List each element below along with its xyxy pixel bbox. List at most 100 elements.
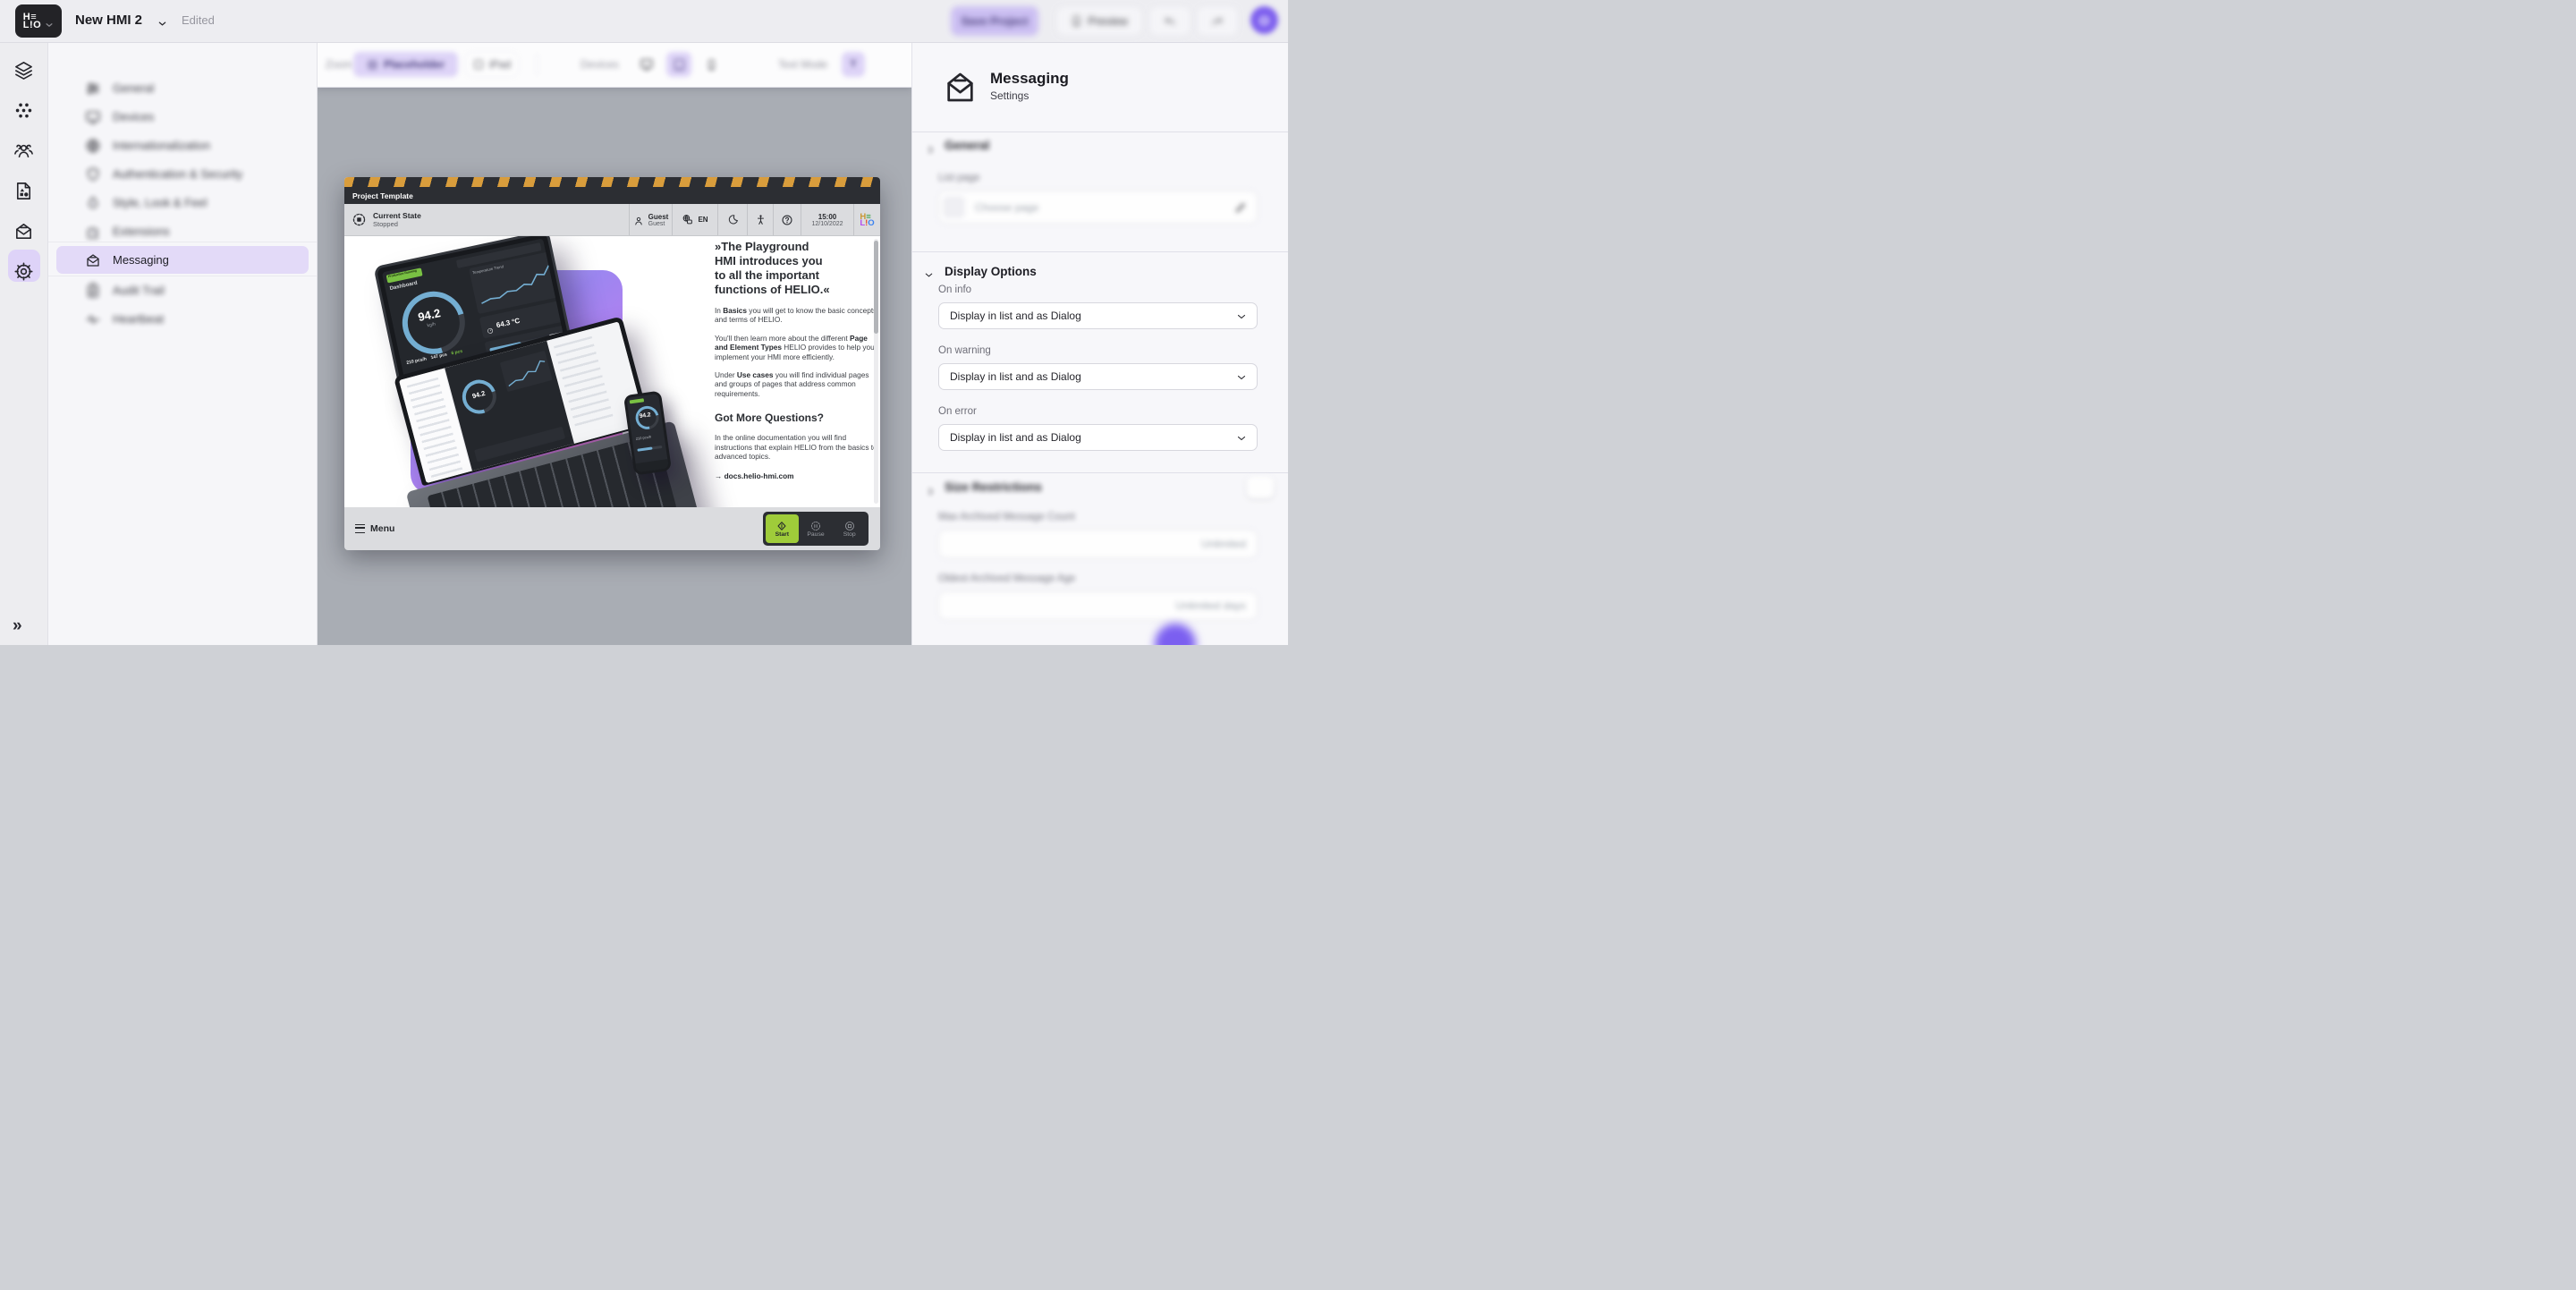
chevron-down-icon[interactable] xyxy=(924,268,934,278)
dark-mode-toggle[interactable] xyxy=(717,204,747,235)
droplet-icon xyxy=(85,195,101,211)
person-icon xyxy=(755,214,767,225)
field-label: Max Archived Message Count xyxy=(938,512,1075,522)
sidebar-item-label: Heartbeat xyxy=(113,312,164,326)
dropdown-on-info[interactable]: Display in list and as Dialog xyxy=(938,302,1258,329)
helio-editor-app: H≡ L!O New HMI 2 Edited Save Project Pre… xyxy=(0,0,1288,645)
dropdown-on-warning[interactable]: Display in list and as Dialog xyxy=(938,363,1258,390)
device-tablet-button[interactable] xyxy=(666,52,691,77)
undo-button[interactable] xyxy=(1149,6,1191,36)
rail-item-messages[interactable] xyxy=(13,221,34,242)
sidebar-item-style-look-feel[interactable]: Style, Look & Feel xyxy=(56,189,309,216)
field-label: On error xyxy=(938,406,977,417)
language-switcher[interactable]: EN xyxy=(672,204,717,235)
left-icon-rail: » xyxy=(0,43,48,645)
app-logo-menu[interactable]: H≡ L!O xyxy=(15,4,62,38)
sidebar-item-devices[interactable]: Devices xyxy=(56,103,309,131)
rail-item-assets[interactable] xyxy=(13,181,34,201)
chevron-down-icon xyxy=(1236,372,1247,383)
field-label: On info xyxy=(938,284,971,295)
placeholder-icon xyxy=(367,59,378,71)
undo-icon xyxy=(1164,15,1176,28)
device-desktop-button[interactable] xyxy=(634,52,659,77)
project-title-chevron-icon[interactable] xyxy=(157,17,167,27)
canvas-toolbar: Zoom Placeholder iPad Devices Text Mode … xyxy=(317,42,911,88)
dropdown-on-error[interactable]: Display in list and as Dialog xyxy=(938,424,1258,451)
preview-scrollbar-thumb[interactable] xyxy=(874,241,878,334)
rail-item-pages[interactable] xyxy=(13,60,34,81)
pause-button[interactable]: Pause xyxy=(800,514,833,543)
sidebar-item-heartbeat[interactable]: Heartbeat xyxy=(56,305,309,333)
preview-menu-button[interactable]: Menu xyxy=(355,523,394,534)
hazard-stripe-bar xyxy=(344,177,880,187)
save-project-button[interactable]: Save Project xyxy=(951,6,1038,36)
user-avatar[interactable]: O xyxy=(1250,6,1278,34)
monitor-icon xyxy=(85,109,101,125)
sidebar-item-internationalization[interactable]: Internationalization xyxy=(56,132,309,159)
accessibility-button[interactable] xyxy=(747,204,773,235)
sidebar-item-authentication-security[interactable]: Authentication & Security xyxy=(56,160,309,188)
size-restrictions-heading[interactable]: Size Restrictions xyxy=(945,480,1042,494)
floating-action-button[interactable] xyxy=(1155,624,1196,645)
preview-window-title: Project Template xyxy=(344,187,880,204)
input-max-archived-message-count[interactable]: Unlimited xyxy=(938,530,1258,558)
rail-item-users[interactable] xyxy=(13,140,34,161)
sidebar-item-label: Authentication & Security xyxy=(113,167,242,181)
chevron-right-icon[interactable] xyxy=(926,485,936,495)
text-mode-toggle[interactable]: T xyxy=(842,52,865,77)
preview-device-icon xyxy=(1071,15,1082,27)
preview-bottom-bar: Menu Start Pause Stop xyxy=(344,507,880,550)
sidebar-item-messaging[interactable]: Messaging xyxy=(56,246,309,274)
general-heading[interactable]: General xyxy=(945,139,989,152)
preview-content: Production Running Dashboard 94.2 kg/h 2… xyxy=(344,236,880,507)
sliders-icon xyxy=(85,81,101,97)
pause-icon xyxy=(810,520,821,530)
sidebar-item-general[interactable]: General xyxy=(56,74,309,102)
device-phone-button[interactable] xyxy=(699,52,724,77)
hamburger-icon xyxy=(355,524,365,533)
chevron-down-icon xyxy=(1236,311,1247,322)
chevron-right-icon[interactable] xyxy=(926,143,936,153)
moon-icon xyxy=(727,214,739,225)
paragraph-page-types: You'll then learn more about the differe… xyxy=(715,334,877,361)
ipad-icon xyxy=(473,59,484,70)
helio-logo: H≡ L!O xyxy=(23,13,41,30)
sidebar-item-label: Audit Trail xyxy=(113,284,165,297)
sidebar-item-label: Internationalization xyxy=(113,139,210,152)
sidebar-item-audit-trail[interactable]: Audit Trail xyxy=(56,276,309,304)
input-oldest-archived-message-age[interactable]: Unlimited days xyxy=(938,591,1258,620)
panel-title: Messaging xyxy=(990,70,1069,88)
paragraph-use-cases: Under Use cases you will find individual… xyxy=(715,370,877,398)
start-button[interactable]: Start xyxy=(766,514,799,543)
docs-link[interactable]: → docs.helio-hmi.com xyxy=(715,471,877,480)
messaging-settings-panel: Messaging Settings General List page Cho… xyxy=(911,42,1288,645)
user-menu[interactable]: Guest Guest xyxy=(629,204,672,235)
sidebar-item-label: Style, Look & Feel xyxy=(113,196,208,209)
devices-label: Devices xyxy=(580,58,619,71)
field-label: Oldest Archived Message Age xyxy=(938,573,1075,584)
help-button[interactable] xyxy=(773,204,801,235)
redo-button[interactable] xyxy=(1197,6,1238,36)
apps-icon xyxy=(13,100,34,121)
sidebar-item-label: Messaging xyxy=(113,253,169,267)
rail-item-settings[interactable] xyxy=(13,261,34,282)
pulse-icon xyxy=(85,311,101,327)
clipboard-icon xyxy=(85,283,101,299)
zoom-placeholder-button[interactable]: Placeholder xyxy=(353,52,458,77)
redo-icon xyxy=(1211,15,1224,28)
collapse-sidebar-button[interactable]: » xyxy=(13,616,21,636)
choose-page-input[interactable]: Choose page xyxy=(938,191,1258,224)
display-options-heading[interactable]: Display Options xyxy=(945,265,1037,278)
zoom-ipad-button[interactable]: iPad xyxy=(465,52,519,77)
stop-button[interactable]: Stop xyxy=(833,514,866,543)
rail-item-components[interactable] xyxy=(13,100,34,121)
sidebar-item-label: Extensions xyxy=(113,225,170,238)
globe-icon xyxy=(85,138,101,154)
project-title[interactable]: New HMI 2 xyxy=(75,13,142,28)
pencil-icon[interactable] xyxy=(1234,201,1247,214)
preview-button[interactable]: Preview xyxy=(1056,6,1142,36)
size-restrictions-toggle[interactable] xyxy=(1247,477,1274,498)
user-icon xyxy=(633,215,644,225)
language-globe-icon xyxy=(682,214,693,225)
sidebar-item-label: General xyxy=(113,81,154,95)
